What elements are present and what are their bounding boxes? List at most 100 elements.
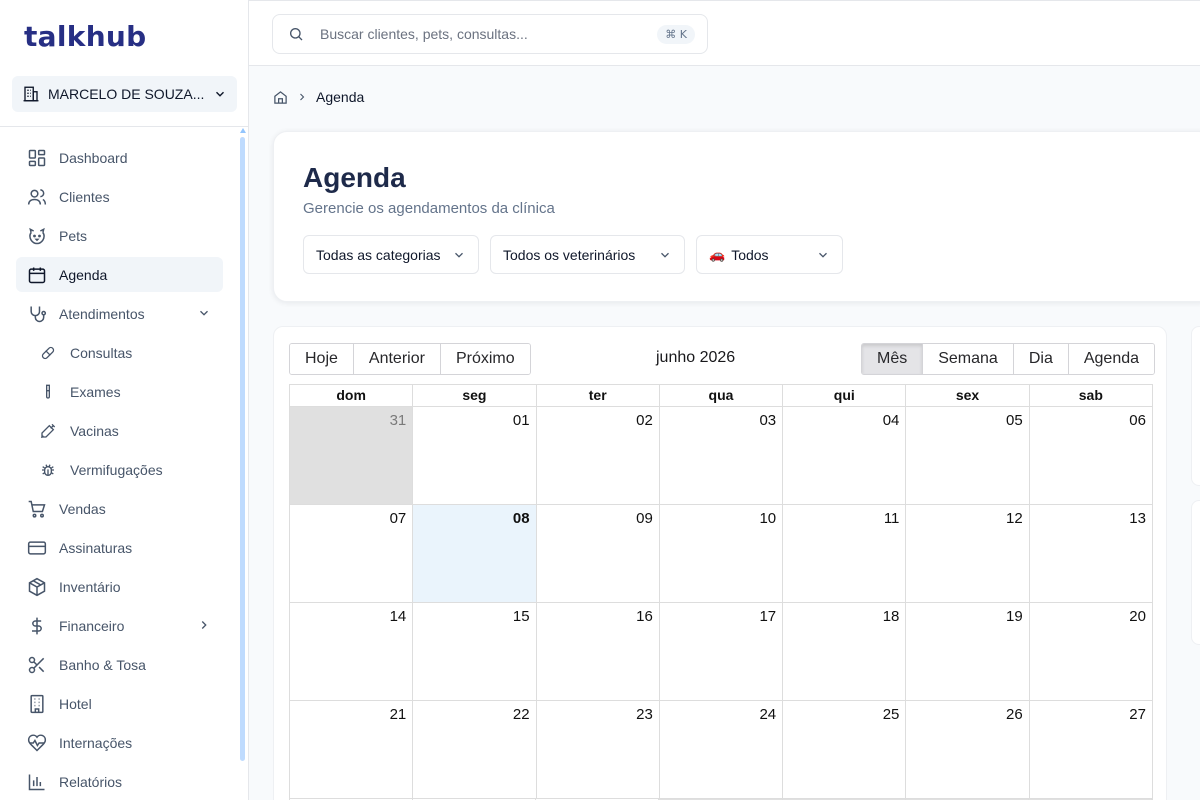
sidebar-item-vermifugacoes[interactable]: Vermifugações — [16, 452, 223, 487]
sidebar-item-label: Agenda — [59, 266, 108, 283]
day-cell[interactable]: 04 — [783, 407, 907, 504]
day-cell[interactable]: 17 — [660, 603, 784, 700]
sidebar-item-banho-tosa[interactable]: Banho & Tosa — [16, 647, 223, 682]
sidebar-item-clientes[interactable]: Clientes — [16, 179, 223, 214]
sidebar: talkhub MARCELO DE SOUZA... Dashboard Cl… — [0, 0, 249, 800]
org-name: MARCELO DE SOUZA... — [48, 86, 205, 102]
week-row: 21 22 23 24 25 26 27 — [289, 700, 1153, 798]
week-view-button[interactable]: Semana — [923, 344, 1014, 374]
day-cell[interactable]: 12 — [906, 505, 1030, 602]
org-select[interactable]: MARCELO DE SOUZA... — [12, 76, 237, 112]
today-button[interactable]: Hoje — [290, 344, 354, 374]
sidebar-item-agenda[interactable]: Agenda — [16, 257, 223, 292]
side-panel-card — [1191, 326, 1200, 486]
weekday-label: sex — [906, 385, 1030, 406]
sidebar-item-label: Assinaturas — [59, 539, 133, 556]
day-cell[interactable]: 18 — [783, 603, 907, 700]
chevron-down-icon — [455, 252, 463, 258]
type-filter[interactable]: 🚗 Todos — [696, 235, 843, 274]
sidebar-item-pets[interactable]: Pets — [16, 218, 223, 253]
day-cell[interactable]: 27 — [1030, 701, 1152, 798]
vet-filter[interactable]: Todos os veterinários — [490, 235, 685, 274]
day-cell[interactable]: 06 — [1030, 407, 1152, 504]
day-cell[interactable]: 01 — [413, 407, 537, 504]
weekday-label: ter — [537, 385, 660, 406]
month-view-button[interactable]: Mês — [862, 344, 924, 374]
day-cell[interactable]: 25 — [783, 701, 907, 798]
sidebar-item-label: Pets — [59, 227, 88, 244]
sidebar-item-atendimentos[interactable]: Atendimentos — [16, 296, 223, 331]
dashboard-icon — [27, 148, 47, 168]
type-filter-value: Todos — [731, 246, 769, 263]
sidebar-item-vacinas[interactable]: Vacinas — [16, 413, 223, 448]
day-cell[interactable]: 22 — [413, 701, 537, 798]
day-view-button[interactable]: Dia — [1013, 344, 1069, 374]
day-cell[interactable]: 13 — [1030, 505, 1152, 602]
sidebar-item-dashboard[interactable]: Dashboard — [16, 140, 223, 175]
day-cell[interactable]: 05 — [906, 407, 1030, 504]
sidebar-item-relatorios[interactable]: Relatórios — [16, 764, 223, 799]
sidebar-nav: Dashboard Clientes Pets Agenda Atendimen… — [16, 140, 223, 800]
users-icon — [27, 187, 47, 207]
bug-icon — [40, 462, 56, 478]
search-icon — [290, 28, 303, 41]
weekday-label: seg — [413, 385, 537, 406]
day-cell[interactable]: 16 — [537, 603, 660, 700]
sidebar-item-financeiro[interactable]: Financeiro — [16, 608, 223, 643]
sidebar-scrollbar[interactable] — [240, 137, 245, 761]
day-cell[interactable]: 31 — [290, 407, 414, 504]
category-filter[interactable]: Todas as categorias — [303, 235, 479, 274]
chevron-down-icon — [216, 91, 224, 97]
sidebar-item-vendas[interactable]: Vendas — [16, 491, 223, 526]
day-cell-today[interactable]: 08 — [413, 505, 537, 602]
weekday-label: qua — [660, 385, 784, 406]
day-cell[interactable]: 10 — [660, 505, 784, 602]
day-cell[interactable]: 19 — [906, 603, 1030, 700]
side-panel-card — [1191, 500, 1200, 645]
next-button[interactable]: Próximo — [440, 344, 530, 374]
logo[interactable]: talkhub — [24, 20, 147, 53]
sidebar-item-label: Vacinas — [70, 422, 119, 439]
week-row: 31 01 02 03 04 05 06 — [289, 406, 1153, 504]
chevron-right-icon — [201, 621, 207, 629]
bar-chart-icon — [27, 772, 47, 792]
credit-card-icon — [27, 538, 47, 558]
sidebar-item-consultas[interactable]: Consultas — [16, 335, 223, 370]
home-icon[interactable] — [273, 90, 288, 105]
sidebar-item-inventario[interactable]: Inventário — [16, 569, 223, 604]
scroll-up-arrow[interactable] — [240, 128, 246, 133]
box-icon — [27, 577, 47, 597]
breadcrumb-current: Agenda — [316, 89, 365, 105]
day-cell[interactable]: 20 — [1030, 603, 1152, 700]
day-cell[interactable]: 07 — [290, 505, 414, 602]
page-title: Agenda — [303, 162, 406, 193]
heart-pulse-icon — [27, 733, 47, 753]
day-cell[interactable]: 26 — [906, 701, 1030, 798]
sidebar-item-label: Atendimentos — [59, 305, 145, 322]
calendar-card: Hoje Anterior Próximo junho 2026 Mês Sem… — [273, 326, 1167, 800]
sidebar-item-assinaturas[interactable]: Assinaturas — [16, 530, 223, 565]
scissors-icon — [27, 655, 47, 675]
sidebar-item-exames[interactable]: Exames — [16, 374, 223, 409]
previous-button[interactable]: Anterior — [353, 344, 441, 374]
topbar: Buscar clientes, pets, consultas... ⌘ K — [249, 0, 1200, 66]
day-cell[interactable]: 23 — [537, 701, 660, 798]
weekday-header: dom seg ter qua qui sex sab — [289, 384, 1153, 406]
sidebar-item-internacoes[interactable]: Internações — [16, 725, 223, 760]
day-cell[interactable]: 03 — [660, 407, 784, 504]
day-cell[interactable]: 14 — [290, 603, 414, 700]
sidebar-item-label: Clientes — [59, 188, 110, 205]
day-cell[interactable]: 02 — [537, 407, 660, 504]
sidebar-item-label: Inventário — [59, 578, 121, 595]
day-cell[interactable]: 11 — [783, 505, 907, 602]
weekday-label: sab — [1078, 387, 1103, 403]
day-cell[interactable]: 21 — [290, 701, 414, 798]
shortcut-badge: ⌘ K — [657, 24, 695, 44]
day-cell[interactable]: 09 — [537, 505, 660, 602]
search-bar[interactable]: Buscar clientes, pets, consultas... ⌘ K — [272, 14, 708, 54]
day-cell[interactable]: 24 — [660, 701, 784, 798]
search-input[interactable]: Buscar clientes, pets, consultas... — [320, 26, 657, 42]
sidebar-item-hotel[interactable]: Hotel — [16, 686, 223, 721]
day-cell[interactable]: 15 — [413, 603, 537, 700]
agenda-view-button[interactable]: Agenda — [1068, 344, 1155, 374]
